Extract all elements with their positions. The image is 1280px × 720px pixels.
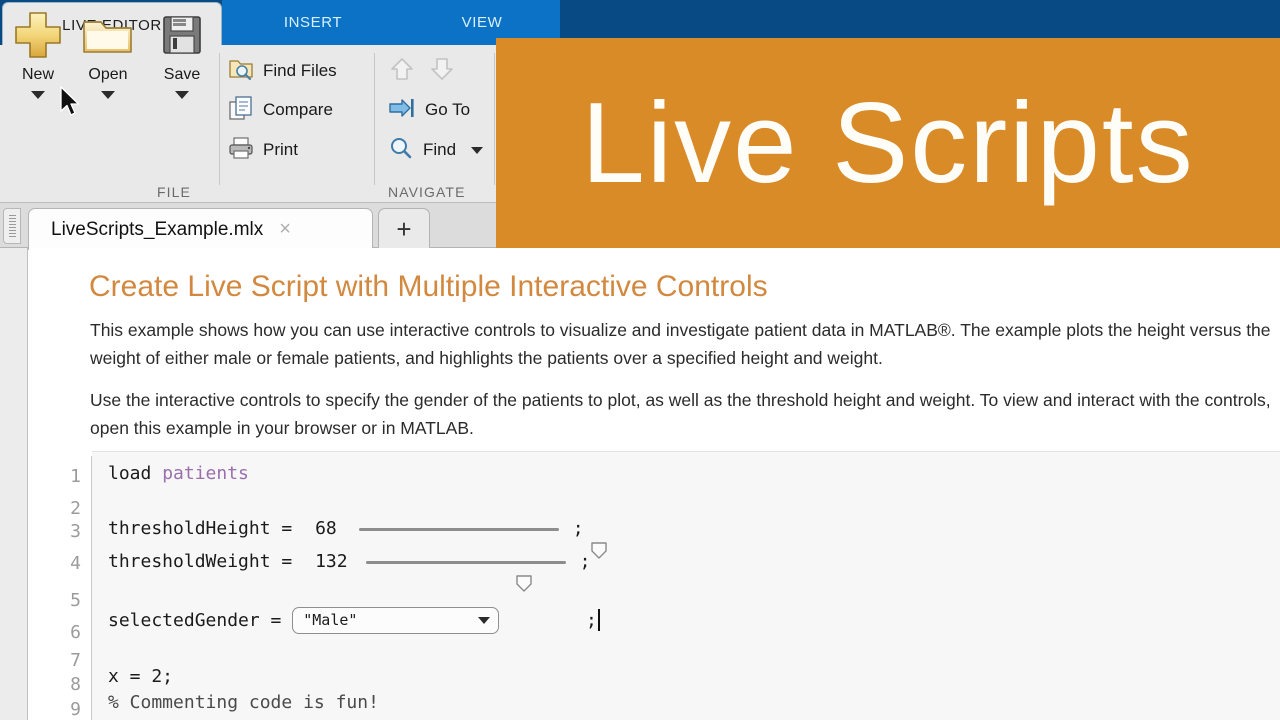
line-number: 2 [70, 498, 81, 519]
slider-thumb[interactable] [482, 521, 607, 559]
go-to-label: Go To [425, 100, 471, 119]
code-label-threshold-height: thresholdHeight = [108, 518, 304, 539]
code-label-selected-gender: selectedGender = [108, 609, 293, 631]
printer-icon [228, 136, 254, 165]
mouse-cursor-icon [60, 86, 82, 120]
file-tab-livescripts-example[interactable]: LiveScripts_Example.mlx × [28, 208, 373, 250]
thresholdWeight-slider[interactable] [365, 553, 566, 592]
ribbon-group-label-navigate: NAVIGATE [388, 184, 466, 200]
save-button[interactable]: Save [146, 6, 218, 134]
find-files-icon [228, 57, 254, 86]
code-semicolon-5: ; [585, 610, 597, 631]
live-script-document: Create Live Script with Multiple Interac… [29, 248, 1280, 720]
text-cursor [597, 609, 600, 631]
save-button-label: Save [163, 66, 201, 83]
selectedGender-dropdown[interactable]: "Male" [292, 606, 500, 634]
code-line-9-comment[interactable]: % Commenting code is fun! [108, 692, 379, 713]
intro-paragraph-2: Use the interactive controls to specify … [90, 390, 1271, 438]
chevron-down-icon[interactable] [478, 616, 491, 624]
print-button[interactable]: Print [228, 131, 298, 169]
line-number: 6 [70, 622, 81, 643]
plus-icon [12, 6, 64, 64]
print-label: Print [263, 140, 298, 159]
go-to-button[interactable]: Go To [388, 91, 470, 129]
find-files-label: Find Files [263, 61, 337, 80]
compare-label: Compare [263, 100, 333, 119]
compare-icon [228, 95, 254, 125]
line-number: 4 [70, 553, 81, 574]
new-tab-button[interactable]: + [378, 208, 430, 250]
find-button[interactable]: Find [388, 131, 484, 169]
document-left-rail [0, 248, 28, 720]
compare-button[interactable]: Compare [228, 91, 333, 129]
intro-paragraph-1: This example shows how you can use inter… [90, 320, 1271, 368]
open-button[interactable]: Open [72, 6, 144, 134]
threshold-height-value: 68 [315, 518, 337, 539]
page-title: Create Live Script with Multiple Interac… [89, 270, 768, 303]
find-label: Find [423, 140, 457, 159]
folder-icon [81, 6, 135, 64]
code-line-3[interactable]: thresholdHeight = 68 ; [108, 518, 607, 559]
code-line-1[interactable]: load patients [108, 463, 249, 484]
find-files-button[interactable]: Find Files [228, 52, 337, 90]
arrow-up-icon [389, 56, 415, 87]
open-button-label: Open [88, 66, 128, 83]
file-tab-label: LiveScripts_Example.mlx [51, 218, 264, 240]
live-scripts-banner: Live Scripts [496, 38, 1280, 248]
matlab-live-editor-window: LIVE EDITOR INSERT VIEW New Open Save FI… [0, 0, 1280, 720]
ribbon-divider-1 [219, 53, 220, 185]
magnifier-icon [388, 136, 414, 165]
selectedGender-value: "Male" [303, 611, 358, 629]
slider-thumb[interactable] [407, 554, 532, 592]
navigate-down-button[interactable] [422, 52, 462, 90]
go-to-icon [388, 97, 416, 124]
toolbar-grip-handle[interactable] [3, 208, 21, 244]
ribbon-divider-3 [494, 53, 495, 185]
slider-track [365, 560, 566, 564]
find-dropdown-caret-icon[interactable] [471, 146, 484, 154]
code-line-4[interactable]: thresholdWeight = 132 ; [108, 551, 591, 592]
code-gutter: 1 2 3 4 5 6 7 8 9 [29, 456, 92, 720]
code-label-threshold-weight: thresholdWeight = [108, 551, 304, 572]
code-line-5[interactable]: selectedGender = "Male" ; [108, 588, 600, 652]
save-dropdown-caret-icon[interactable] [175, 91, 189, 99]
tab-insert[interactable]: INSERT [222, 0, 404, 45]
code-line-8[interactable]: x = 2; [108, 666, 173, 687]
open-dropdown-caret-icon[interactable] [101, 91, 115, 99]
line-number: 9 [70, 699, 81, 720]
code-block[interactable] [92, 451, 1280, 720]
ribbon-divider-2 [374, 53, 375, 185]
code-keyword-load: load [108, 463, 163, 484]
slider-track [358, 527, 559, 531]
code-semicolon-4: ; [579, 551, 591, 572]
line-number: 3 [70, 521, 81, 542]
line-number: 1 [70, 466, 81, 487]
floppy-disk-icon [159, 6, 205, 64]
tab-insert-label: INSERT [283, 14, 343, 31]
navigate-up-button[interactable] [382, 52, 422, 90]
code-token-patients: patients [162, 463, 249, 484]
live-scripts-banner-text: Live Scripts [581, 79, 1195, 207]
new-dropdown-caret-icon[interactable] [31, 91, 45, 99]
line-number: 5 [70, 590, 81, 611]
grip-dots-icon [8, 215, 16, 237]
line-number: 8 [70, 674, 81, 695]
threshold-weight-value: 132 [315, 551, 348, 572]
arrow-down-icon [429, 56, 455, 87]
new-button-label: New [21, 66, 54, 83]
tab-view-label: VIEW [461, 14, 503, 31]
code-semicolon-3: ; [572, 518, 584, 539]
close-icon[interactable]: × [279, 218, 291, 241]
line-number: 7 [70, 650, 81, 671]
ribbon-group-label-file: FILE [157, 184, 191, 200]
thresholdHeight-slider[interactable] [358, 520, 607, 559]
